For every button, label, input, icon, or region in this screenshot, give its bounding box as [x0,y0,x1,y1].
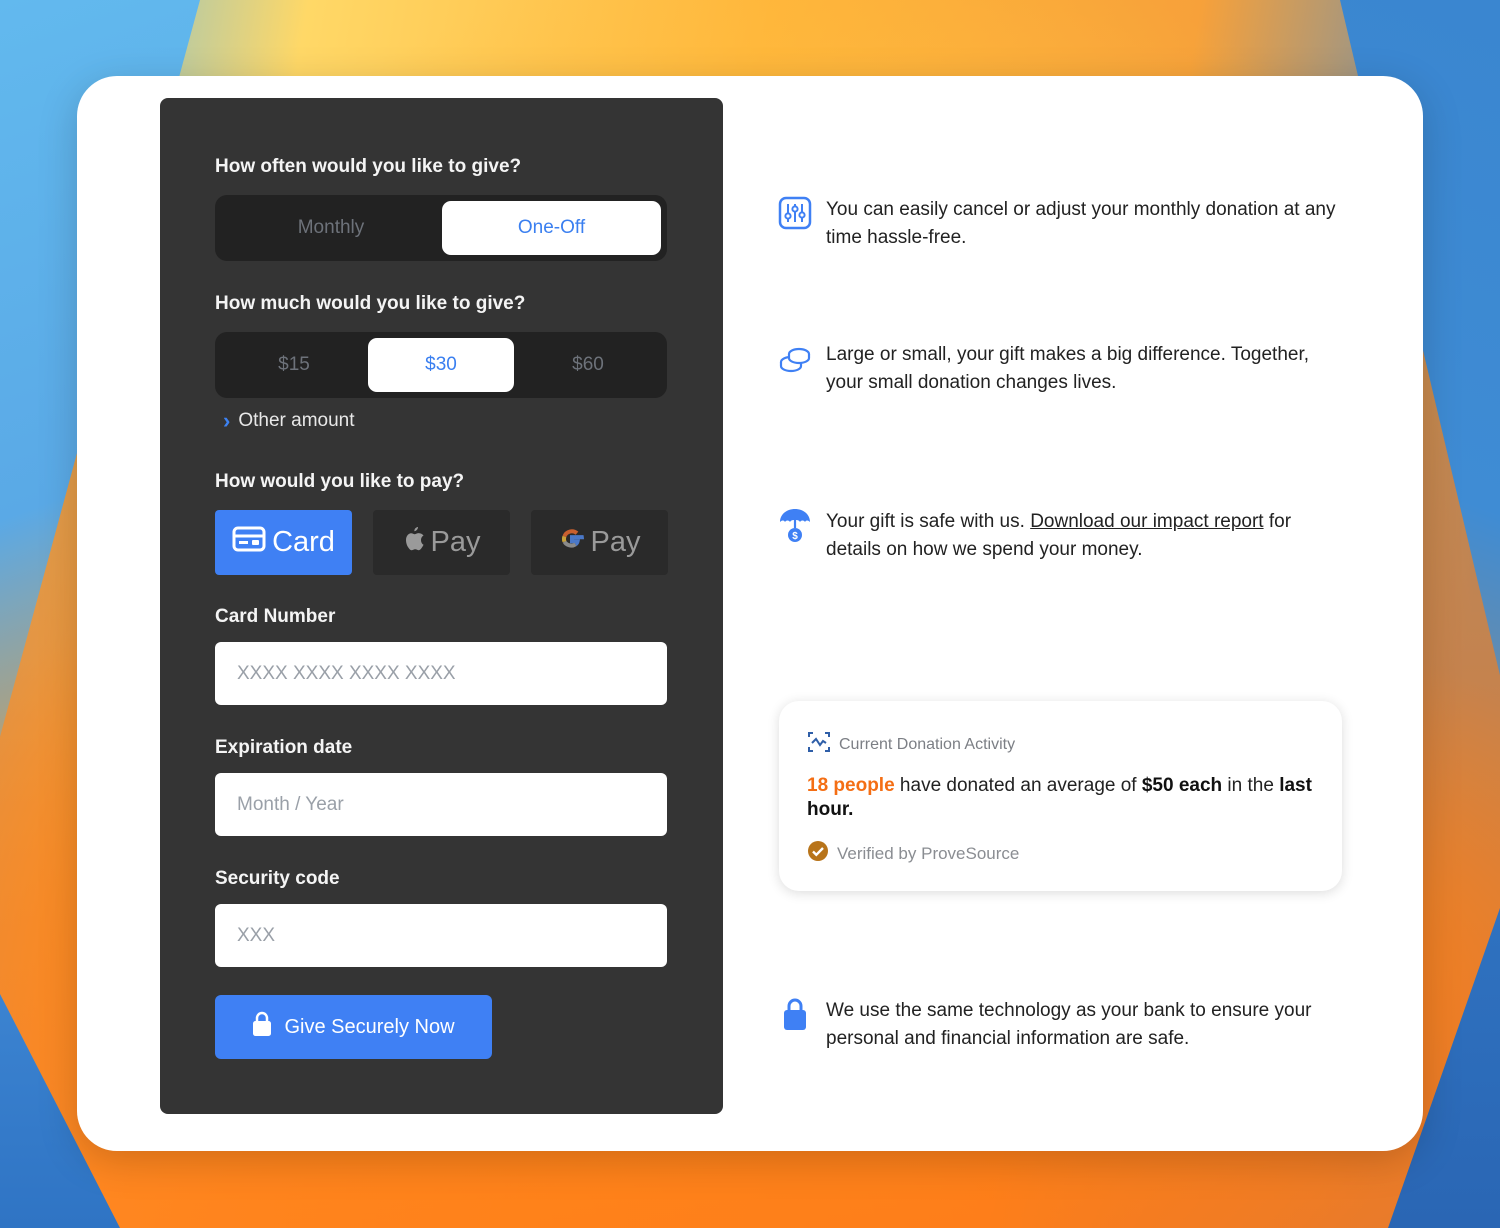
frequency-toggle: Monthly One-Off [215,195,667,261]
expiration-input[interactable] [215,773,667,836]
amount-option-15[interactable]: $15 [221,338,367,392]
frequency-question: How often would you like to give? [215,156,522,177]
info-text-safe: Your gift is safe with us. Download our … [826,511,1292,560]
security-code-input[interactable] [215,904,667,967]
pay-method-card[interactable]: Card [215,510,352,575]
info-text-security: We use the same technology as your bank … [826,1000,1312,1049]
svg-text:$: $ [792,531,798,542]
info-item-safe: $ Your gift is safe with us. Download ou… [778,508,1346,564]
frequency-option-one-off[interactable]: One-Off [442,201,661,255]
pay-method-card-label: Card [272,526,335,558]
give-securely-button[interactable]: Give Securely Now [215,995,492,1059]
other-amount-toggle[interactable]: › Other amount [223,410,355,432]
info-item-security: We use the same technology as your bank … [778,997,1346,1053]
lock-icon [252,1011,272,1043]
pay-method-google-label: Pay [590,526,641,558]
frequency-option-monthly[interactable]: Monthly [221,201,441,255]
pay-method-google-pay[interactable]: Pay [531,510,668,575]
donation-activity-card: Current Donation Activity 18 people have… [779,701,1342,891]
verified-check-icon [807,840,829,867]
info-text-cancel: You can easily cancel or adjust your mon… [826,199,1336,248]
google-g-icon [559,526,585,560]
payment-question: How would you like to pay? [215,471,465,492]
info-item-difference: Large or small, your gift makes a big di… [778,341,1346,397]
card-number-input[interactable] [215,642,667,705]
impact-report-link[interactable]: Download our impact report [1030,511,1263,532]
activity-title: Current Donation Activity [839,735,1016,753]
donation-form: How often would you like to give? Monthl… [160,98,723,1114]
activity-message: 18 people have donated an average of $50… [807,775,1312,820]
verified-badge: Verified by ProveSource [807,840,1019,867]
chevron-right-icon: › [223,408,231,433]
card-number-label: Card Number [215,606,336,627]
amount-option-60[interactable]: $60 [515,338,661,392]
pay-method-apple-label: Pay [430,526,481,558]
umbrella-dollar-icon: $ [778,506,812,544]
apple-icon [403,525,425,560]
lock-icon [778,995,812,1033]
info-text-difference: Large or small, your gift makes a big di… [826,344,1310,393]
coins-icon [778,339,812,377]
expiration-label: Expiration date [215,737,353,758]
security-code-label: Security code [215,868,340,889]
pay-method-apple-pay[interactable]: Pay [373,510,510,575]
other-amount-label: Other amount [238,410,355,431]
amount-option-30[interactable]: $30 [368,338,514,392]
sliders-icon [778,194,812,232]
amount-question: How much would you like to give? [215,293,526,314]
activity-header: Current Donation Activity [807,730,1015,759]
activity-pulse-icon [807,730,831,759]
give-securely-label: Give Securely Now [284,1015,455,1038]
info-item-cancel: You can easily cancel or adjust your mon… [778,196,1346,252]
activity-count: 18 people [807,775,895,796]
verified-text: Verified by ProveSource [837,843,1020,863]
credit-card-icon [232,526,266,560]
activity-amount: $50 each [1141,775,1223,796]
amount-selector: $15 $30 $60 [215,332,667,398]
